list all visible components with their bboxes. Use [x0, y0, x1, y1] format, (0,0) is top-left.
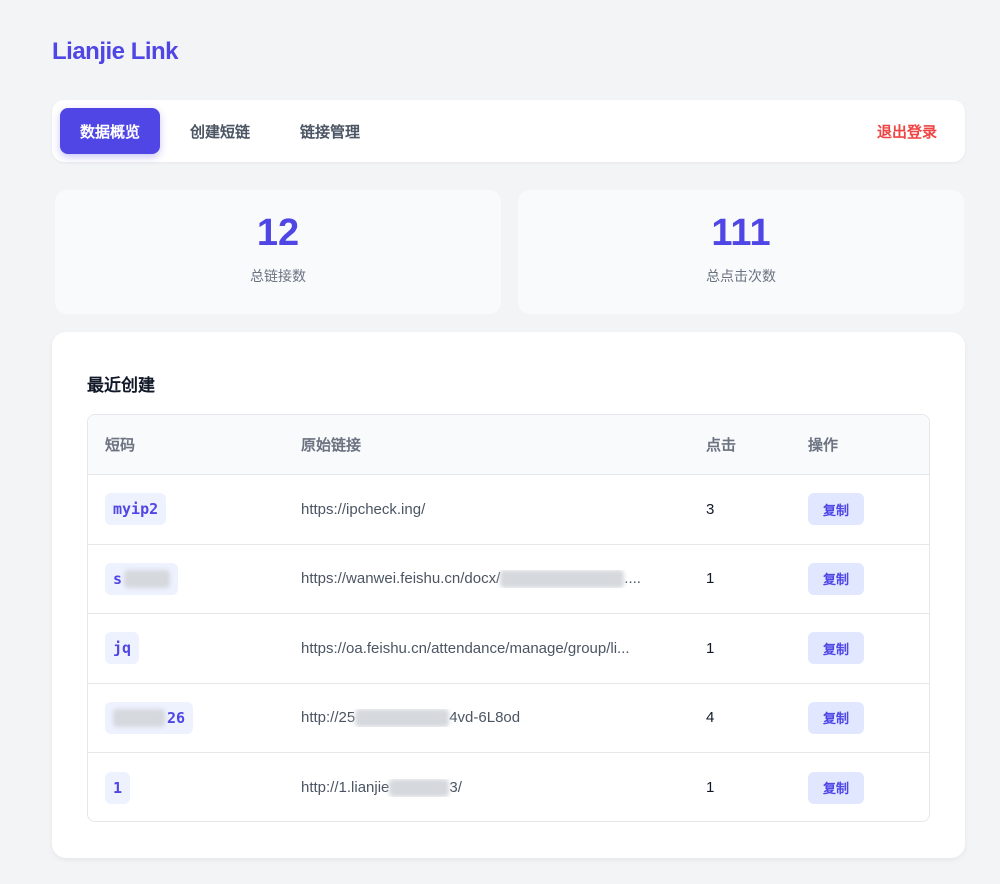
table-row: jq https://oa.feishu.cn/attendance/manag…	[88, 614, 929, 684]
click-count: 1	[706, 779, 715, 797]
redacted-text	[113, 709, 165, 727]
short-code[interactable]: s	[105, 562, 179, 595]
stat-card-total-links: 12 总链接数	[55, 190, 501, 314]
original-url: https://oa.feishu.cn/attendance/manage/g…	[301, 639, 630, 657]
recent-links-table: 短码 原始链接 点击 操作 myip2 https://ipcheck.ing/…	[87, 414, 930, 822]
click-count: 1	[706, 639, 715, 657]
short-code[interactable]: 26	[105, 701, 194, 734]
recent-links-panel: 最近创建 短码 原始链接 点击 操作 myip2 https://ipcheck…	[52, 332, 965, 858]
table-row: 26 http://25 4vd-6L8od 4 复制	[88, 684, 929, 753]
table-header: 短码 原始链接 点击 操作	[88, 415, 929, 475]
column-header-code: 短码	[105, 436, 136, 454]
redacted-text	[500, 569, 625, 588]
column-header-action: 操作	[808, 436, 839, 454]
table-row: s https://wanwei.feishu.cn/docx/.... 1 复…	[88, 545, 929, 614]
original-url: https://wanwei.feishu.cn/docx/....	[301, 569, 641, 588]
click-count: 1	[706, 570, 715, 588]
table-row: 1 http://1.lianjie 3/ 1 复制	[88, 753, 929, 821]
copy-button[interactable]: 复制	[808, 701, 864, 734]
click-count: 4	[706, 709, 715, 727]
short-code[interactable]: jq	[105, 632, 140, 665]
tab-manage-links[interactable]: 链接管理	[280, 108, 380, 154]
redacted-text	[124, 570, 171, 588]
top-nav: 数据概览 创建短链 链接管理 退出登录	[52, 100, 965, 162]
table-row: myip2 https://ipcheck.ing/ 3 复制	[88, 475, 929, 545]
total-links-label: 总链接数	[250, 269, 306, 285]
tab-create-link[interactable]: 创建短链	[170, 108, 270, 154]
column-header-clicks: 点击	[706, 436, 737, 454]
tab-overview[interactable]: 数据概览	[60, 108, 161, 154]
short-code[interactable]: myip2	[105, 493, 167, 526]
total-links-value: 12	[256, 212, 300, 254]
redacted-text	[389, 778, 450, 797]
panel-title: 最近创建	[87, 376, 155, 396]
copy-button[interactable]: 复制	[808, 493, 864, 526]
copy-button[interactable]: 复制	[808, 562, 864, 595]
copy-button[interactable]: 复制	[808, 771, 864, 804]
original-url: https://ipcheck.ing/	[301, 500, 426, 518]
app-logo: Lianjie Link	[52, 38, 179, 65]
click-count: 3	[706, 500, 715, 518]
total-clicks-label: 总点击次数	[706, 269, 776, 285]
copy-button[interactable]: 复制	[808, 632, 864, 665]
total-clicks-value: 111	[711, 212, 771, 254]
original-url: http://1.lianjie 3/	[301, 778, 462, 797]
column-header-url: 原始链接	[301, 436, 362, 454]
original-url: http://25 4vd-6L8od	[301, 708, 521, 727]
redacted-text	[355, 708, 450, 727]
short-code[interactable]: 1	[105, 771, 131, 804]
stat-card-total-clicks: 111 总点击次数	[518, 190, 964, 314]
logout-button[interactable]: 退出登录	[877, 121, 937, 142]
